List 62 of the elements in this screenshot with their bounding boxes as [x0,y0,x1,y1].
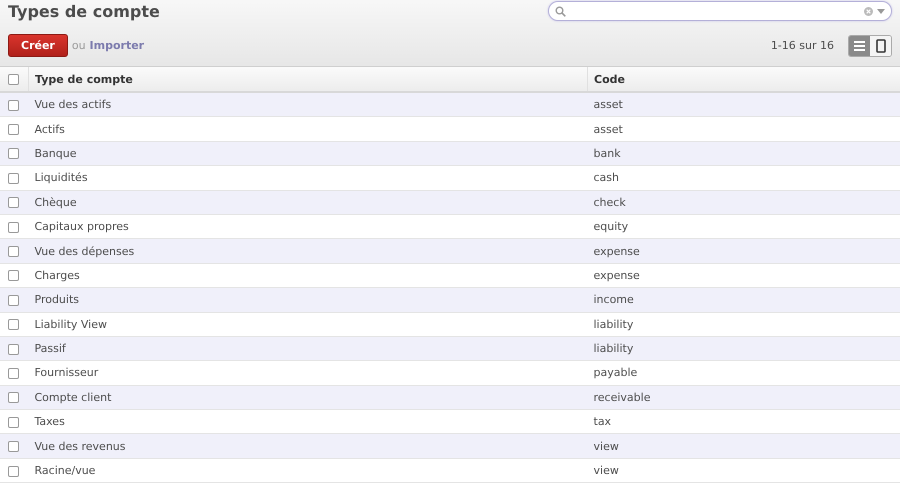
table-cell: expense [594,268,640,282]
table-cell: liability [594,342,634,356]
clear-icon[interactable] [864,6,873,16]
table-cell: income [594,293,634,306]
column-header[interactable]: Code [594,72,625,86]
create-button[interactable]: Créer [8,34,68,57]
checkbox[interactable] [8,246,19,258]
table-cell: receivable [594,390,650,404]
table-cell: Vue des dépenses [34,244,134,258]
table-cell: Vue des actifs [34,98,112,112]
or-label: ou [72,39,86,52]
table-cell: equity [594,220,628,234]
checkbox[interactable] [8,270,19,282]
checkbox[interactable] [8,368,19,379]
checkbox[interactable] [8,197,19,208]
table-cell: Passif [34,342,66,356]
list-icon [854,40,865,51]
table-cell: payable [594,366,638,380]
checkbox[interactable] [8,319,19,330]
table-cell: cash [594,171,619,184]
column-header[interactable]: Type de compte [35,72,133,86]
checkbox[interactable] [8,441,19,452]
table-cell: tax [594,415,612,428]
page-title: Types de compte [8,2,160,20]
table-cell: Compte client [34,390,112,404]
table-cell: view [594,464,619,478]
checkbox[interactable] [8,392,19,404]
table-cell: Vue des revenus [34,440,126,453]
table-cell: asset [594,98,623,112]
checkbox[interactable] [8,100,19,111]
checkbox[interactable] [8,294,19,306]
table-cell: bank [594,146,621,160]
table-cell: Liability View [34,318,107,331]
table-cell: Liquidités [34,171,88,184]
search-icon [555,6,566,16]
checkbox[interactable] [8,74,19,85]
checkbox[interactable] [8,222,19,233]
caret-icon[interactable] [877,8,885,14]
checkbox[interactable] [8,148,19,160]
checkbox[interactable] [8,344,19,355]
page-icon [876,38,886,52]
table-cell: expense [594,244,640,258]
checkbox[interactable] [8,172,19,184]
form-view-button[interactable] [870,36,891,56]
table-cell: Fournisseur [34,366,98,380]
checkbox[interactable] [8,124,19,136]
table-cell: check [594,196,626,209]
table-cell: asset [594,122,623,136]
table-cell: view [594,440,619,453]
search-field[interactable] [548,1,892,21]
table-cell: liability [594,318,634,331]
table-cell: Racine/vue [34,464,96,478]
pager-label: 1-16 sur 16 [770,39,834,52]
checkbox[interactable] [8,466,19,477]
table-cell: Taxes [34,415,65,428]
table-cell: Produits [34,293,80,306]
table-cell: Capitaux propres [34,220,129,234]
table-cell: Charges [34,268,80,282]
table-cell: Actifs [34,122,65,136]
table-cell: Chèque [34,196,77,209]
checkbox[interactable] [8,416,19,428]
table-cell: Banque [34,146,76,160]
